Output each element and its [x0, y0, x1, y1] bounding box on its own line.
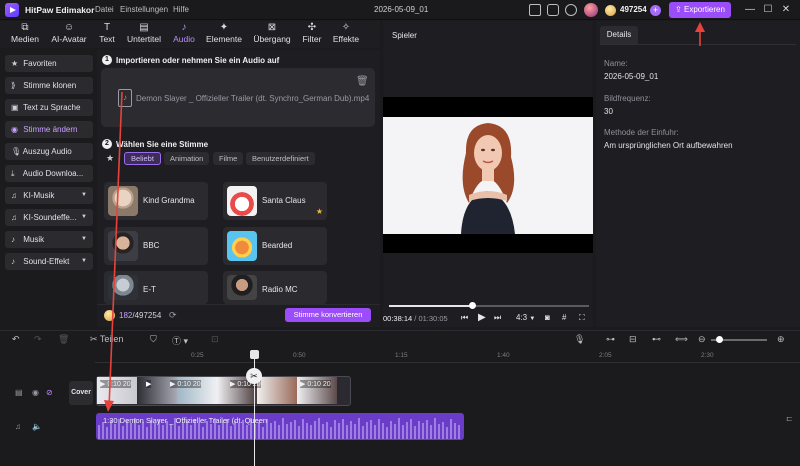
annotation-arrows [104, 22, 705, 412]
annotation-arrow-line [108, 91, 123, 409]
annotation-arrowhead [104, 400, 114, 412]
annotation-arrowhead [695, 22, 705, 32]
